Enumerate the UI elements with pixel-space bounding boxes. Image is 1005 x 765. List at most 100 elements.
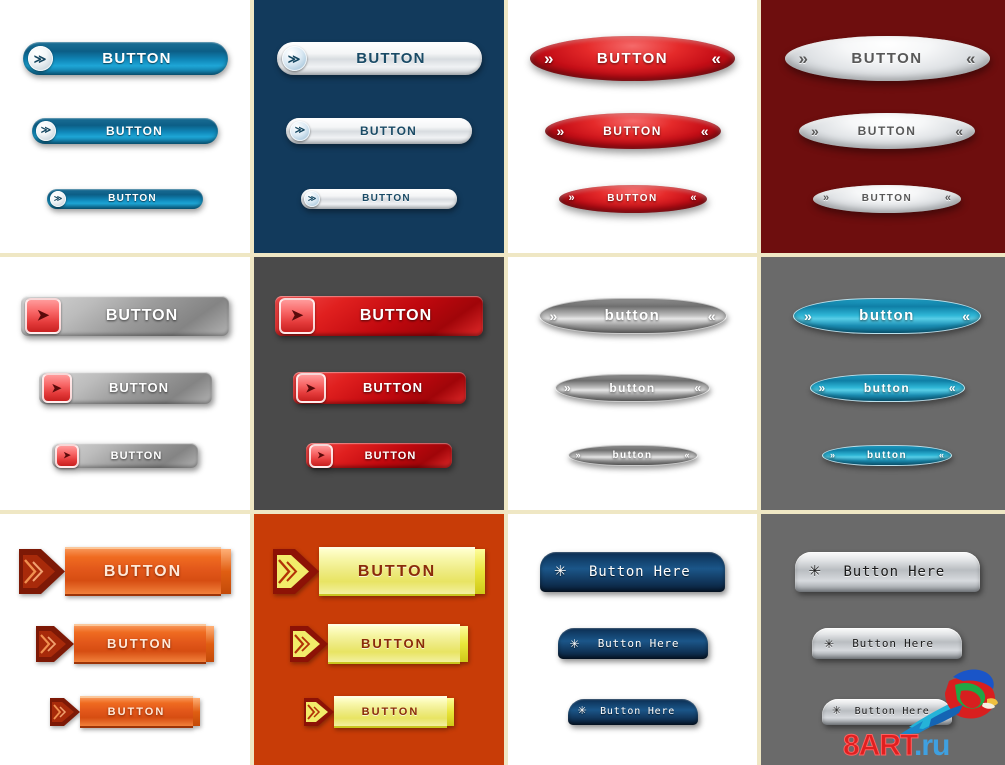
button-medium[interactable]: ≫ BUTTON — [32, 117, 218, 144]
button-large[interactable]: ≫ BUTTON — [22, 42, 228, 75]
sparkle-arrow-icon: ✳ — [569, 636, 580, 651]
double-arrow-head-icon — [273, 549, 319, 594]
button-medium[interactable]: BUTTON — [36, 623, 214, 664]
button-row: » button « — [761, 353, 1005, 423]
button-row: ✳ Button Here — [761, 679, 1005, 745]
button-label: BUTTON — [356, 50, 426, 67]
cell-silver-pill-on-navy: ≫ BUTTON ≫ BUTTON ≫ BUTTON — [254, 0, 504, 253]
button-label: BUTTON — [110, 449, 163, 462]
button-medium[interactable]: ➤ BUTTON — [292, 371, 466, 404]
banner-body: BUTTON — [65, 547, 221, 596]
button-medium[interactable]: » BUTTON « — [544, 112, 721, 149]
button-row: ➤ BUTTON — [254, 279, 504, 353]
button-label: BUTTON — [359, 306, 433, 324]
button-large[interactable]: ✳ Button Here — [540, 551, 725, 592]
button-label: BUTTON — [102, 50, 172, 67]
button-row: BUTTON — [254, 609, 504, 679]
double-arrow-head-icon — [304, 697, 334, 726]
cell-cyan-lens-on-grey: » button « » button « » button « — [761, 257, 1005, 510]
button-medium[interactable]: » button « — [809, 373, 965, 402]
chevron-double-right-icon: » — [549, 307, 558, 324]
button-row: » button « — [761, 279, 1005, 353]
button-small[interactable]: ✳ Button Here — [822, 698, 952, 725]
button-row: BUTTON — [254, 535, 504, 609]
button-medium[interactable]: » BUTTON « — [799, 112, 975, 149]
red-square-arrow-icon: ➤ — [41, 372, 72, 403]
banner-end-cap — [460, 625, 468, 662]
button-large[interactable]: ✳ Button Here — [794, 551, 980, 592]
chevron-double-right-icon: » — [556, 122, 565, 139]
button-label: Button Here — [589, 563, 691, 580]
button-small[interactable]: » button « — [567, 445, 698, 466]
button-small[interactable]: » BUTTON « — [558, 184, 707, 213]
button-row: ✳ Button Here — [761, 609, 1005, 679]
button-large[interactable]: ➤ BUTTON — [21, 295, 229, 336]
button-row: » button « — [508, 279, 757, 353]
button-small[interactable]: ≫ BUTTON — [47, 188, 203, 209]
button-medium[interactable]: ≫ BUTTON — [286, 117, 472, 144]
button-row: » BUTTON « — [761, 22, 1005, 96]
button-small[interactable]: BUTTON — [304, 695, 454, 728]
button-row: ≫ BUTTON — [0, 96, 250, 166]
button-row: » button « — [761, 423, 1005, 489]
button-row: ✳ Button Here — [508, 609, 757, 679]
button-label: BUTTON — [107, 636, 173, 651]
button-medium[interactable]: » button « — [555, 373, 710, 402]
cell-silver-ellipse-on-dark-red: » BUTTON « » BUTTON « » BUTTON « — [761, 0, 1005, 253]
red-square-arrow-icon: ➤ — [295, 372, 326, 403]
button-label: Button Here — [852, 637, 934, 650]
button-medium[interactable]: ➤ BUTTON — [38, 371, 212, 404]
red-square-arrow-icon: ➤ — [279, 297, 315, 334]
double-arrow-head-icon — [290, 625, 328, 662]
button-medium[interactable]: ✳ Button Here — [557, 628, 708, 659]
button-row: ✳ Button Here — [508, 679, 757, 745]
button-label: BUTTON — [603, 123, 662, 138]
button-label: BUTTON — [109, 380, 169, 395]
sparkle-arrow-icon: ✳ — [577, 705, 587, 717]
button-small[interactable]: » BUTTON « — [813, 184, 961, 213]
button-label: button — [859, 307, 915, 324]
chevron-right-badge-icon: ≫ — [290, 120, 310, 141]
button-row: BUTTON — [0, 609, 250, 679]
button-medium[interactable]: ✳ Button Here — [812, 628, 962, 659]
button-label: button — [863, 380, 911, 395]
button-label: BUTTON — [106, 123, 163, 138]
button-large[interactable]: BUTTON — [19, 547, 231, 596]
button-large[interactable]: » BUTTON « — [530, 36, 735, 81]
chevron-double-left-icon: « — [711, 49, 721, 68]
button-large[interactable]: » button « — [793, 297, 981, 334]
button-small[interactable]: » button « — [822, 445, 952, 466]
button-small[interactable]: ≫ BUTTON — [301, 188, 457, 209]
button-large[interactable]: BUTTON — [273, 547, 485, 596]
button-medium[interactable]: BUTTON — [290, 623, 468, 664]
button-large[interactable]: ➤ BUTTON — [275, 295, 483, 336]
button-small[interactable]: ✳ Button Here — [567, 698, 698, 725]
button-row: ➤ BUTTON — [254, 423, 504, 489]
button-row: ≫ BUTTON — [254, 96, 504, 166]
button-large[interactable]: » BUTTON « — [784, 36, 990, 81]
button-row: BUTTON — [254, 679, 504, 745]
button-small[interactable]: BUTTON — [50, 695, 200, 728]
banner-end-cap — [221, 549, 231, 594]
red-square-arrow-icon: ➤ — [25, 297, 61, 334]
banner-body: BUTTON — [334, 695, 447, 728]
button-large[interactable]: » button « — [538, 297, 727, 334]
chevron-double-left-icon: « — [966, 49, 976, 68]
banner-body: BUTTON — [319, 547, 475, 596]
button-label: Button Here — [854, 706, 930, 717]
chevron-double-left-icon: « — [684, 450, 690, 460]
sparkle-arrow-icon: ✳ — [554, 563, 567, 580]
chevron-right-badge-icon: ≫ — [304, 190, 320, 207]
button-label: button — [609, 380, 656, 395]
button-label: BUTTON — [360, 123, 417, 138]
chevron-double-left-icon: « — [700, 122, 709, 139]
button-small[interactable]: ➤ BUTTON — [52, 443, 198, 468]
button-large[interactable]: ≫ BUTTON — [276, 42, 482, 75]
cell-red-rect-on-dark-grey: ➤ BUTTON ➤ BUTTON ➤ BUTTON — [254, 257, 504, 510]
button-label: BUTTON — [363, 380, 423, 395]
chevron-double-right-icon: » — [811, 122, 819, 139]
button-row: ➤ BUTTON — [0, 279, 250, 353]
button-row: BUTTON — [0, 535, 250, 609]
sparkle-arrow-icon: ✳ — [808, 563, 822, 580]
button-small[interactable]: ➤ BUTTON — [306, 443, 452, 468]
